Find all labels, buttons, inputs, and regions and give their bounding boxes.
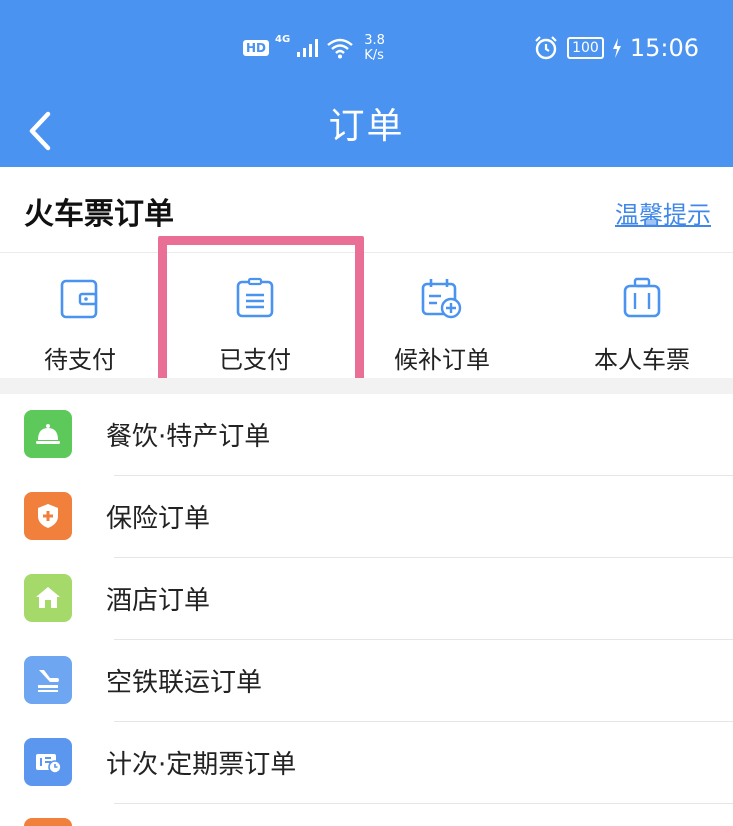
house-icon — [36, 587, 60, 608]
list-icon-bg — [24, 410, 72, 458]
wallet-icon — [60, 279, 98, 319]
list-label: 酒店订单 — [106, 586, 211, 616]
quick-label: 已支付 — [219, 346, 291, 374]
list-icon-bg — [24, 738, 72, 786]
signal-icon — [297, 39, 319, 57]
luggage-icon — [623, 277, 661, 318]
calendar-add-icon — [421, 279, 462, 319]
hd-badge: HD — [243, 40, 270, 56]
train-order-header: 火车票订单 温馨提示 — [0, 167, 733, 253]
charging-icon — [612, 38, 621, 58]
quick-label: 待支付 — [44, 346, 116, 374]
clock: 15:06 — [629, 34, 699, 62]
page-title: 订单 — [328, 106, 405, 147]
list-item-pass-ticket-order[interactable]: 计次·定期票订单 — [0, 722, 733, 804]
list-icon-bg — [24, 656, 72, 704]
alarm-icon — [535, 36, 557, 60]
speed-unit: K/s — [364, 48, 384, 63]
network-gen: 4G — [275, 34, 291, 45]
clipboard-icon — [236, 277, 274, 318]
list-item-air-rail-order[interactable]: 空铁联运订单 — [0, 640, 733, 722]
order-list: 餐饮·特产订单 保险订单 酒店订单 空铁联运订单 计次·定期票订单 — [0, 394, 733, 804]
nav-bar: 订单 — [0, 96, 733, 167]
shield-plus-icon — [38, 504, 58, 528]
quick-item-paid[interactable]: 已支付 — [205, 254, 305, 378]
list-item-insurance-order[interactable]: 保险订单 — [0, 476, 733, 558]
section-title: 火车票订单 — [24, 197, 174, 232]
service-bell-icon — [36, 424, 60, 444]
quick-item-pending-payment[interactable]: 待支付 — [30, 254, 130, 378]
speed-value: 3.8 — [364, 33, 385, 48]
list-label: 保险订单 — [106, 504, 211, 534]
quick-actions: 待支付 已支付 候补订单 本人车票 — [0, 254, 733, 378]
network-speed: 3.8 K/s — [364, 33, 385, 63]
quick-item-my-tickets[interactable]: 本人车票 — [592, 254, 692, 378]
list-label: 空铁联运订单 — [106, 668, 263, 698]
quick-item-waitlist[interactable]: 候补订单 — [392, 254, 492, 378]
wifi-icon — [327, 38, 353, 59]
quick-label: 候补订单 — [394, 346, 490, 374]
partial-list-icon — [24, 818, 72, 826]
status-right: 100 15:06 — [533, 30, 699, 66]
tips-link[interactable]: 温馨提示 — [615, 195, 711, 230]
quick-label: 本人车票 — [594, 346, 690, 374]
ticket-clock-icon — [36, 754, 62, 774]
list-icon-bg — [24, 574, 72, 622]
section-divider — [0, 378, 733, 394]
plane-train-icon — [38, 670, 59, 692]
status-bar: HD 4G 3.8 K/s 100 15:06 — [0, 0, 733, 96]
list-item-catering-order[interactable]: 餐饮·特产订单 — [0, 394, 733, 476]
status-center: HD 4G 3.8 K/s — [243, 30, 385, 66]
battery-level: 100 — [567, 37, 604, 59]
list-label: 餐饮·特产订单 — [106, 422, 271, 452]
divider — [114, 803, 733, 804]
list-label: 计次·定期票订单 — [106, 750, 297, 780]
list-item-hotel-order[interactable]: 酒店订单 — [0, 558, 733, 640]
list-icon-bg — [24, 492, 72, 540]
